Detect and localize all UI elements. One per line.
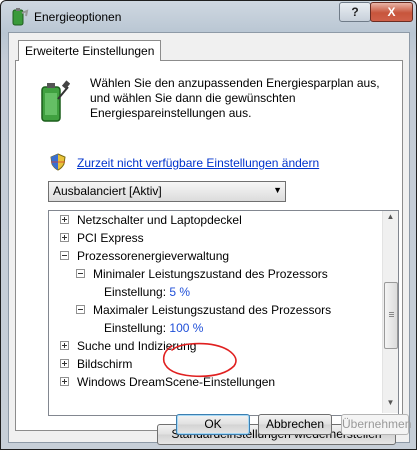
tree-item-min-setting[interactable]: Einstellung: 5 %: [104, 284, 190, 301]
collapse-minus-icon[interactable]: [76, 305, 85, 314]
dialog-body: Erweiterte Einstellungen Wählen Sie den …: [8, 32, 411, 445]
tree-item-label: Windows DreamScene-Einstellungen: [77, 375, 276, 389]
scroll-up-arrow-icon[interactable]: ▲: [385, 212, 396, 226]
collapse-minus-icon[interactable]: [60, 251, 69, 260]
tree-item-label: Suche und Indizierung: [77, 339, 197, 353]
intro-text: Wählen Sie den anzupassenden Energiespar…: [90, 76, 380, 120]
help-button[interactable]: ?: [339, 2, 371, 22]
collapse-minus-icon[interactable]: [76, 269, 85, 278]
tree-item-max-processor-state[interactable]: Maximaler Leistungszustand des Prozessor…: [76, 302, 331, 319]
tree-item-pci-express[interactable]: PCI Express: [60, 230, 144, 247]
chevron-down-icon: ▼: [273, 185, 282, 195]
title-bar[interactable]: Energieoptionen ? X: [1, 1, 416, 31]
uac-shield-icon: [50, 153, 66, 171]
cancel-button[interactable]: Abbrechen: [258, 414, 332, 435]
tree-item-label: Prozessorenergieverwaltung: [77, 249, 230, 263]
settings-tree: Netzschalter und Laptopdeckel PCI Expres…: [48, 210, 399, 416]
tab-erweiterte-einstellungen[interactable]: Erweiterte Einstellungen: [18, 40, 162, 61]
battery-plug-icon: [41, 80, 70, 122]
close-button[interactable]: X: [370, 2, 413, 22]
tree-item-prozessorenergieverwaltung[interactable]: Prozessorenergieverwaltung: [60, 248, 229, 265]
min-setting-value[interactable]: 5 %: [169, 285, 190, 299]
energieoptionen-window: Energieoptionen ? X Erweiterte Einstellu…: [0, 0, 417, 450]
tree-item-netzschalter[interactable]: Netzschalter und Laptopdeckel: [60, 212, 242, 229]
tree-item-label: Minimaler Leistungszustand des Prozessor…: [93, 267, 328, 281]
scroll-down-arrow-icon[interactable]: ▼: [385, 398, 396, 412]
apply-button[interactable]: Übernehmen: [341, 414, 411, 435]
scrollbar-thumb[interactable]: [384, 282, 398, 349]
power-plan-value: Ausbalanciert [Aktiv]: [53, 184, 162, 198]
tree-item-bildschirm[interactable]: Bildschirm: [60, 356, 132, 373]
tree-item-label: Netzschalter und Laptopdeckel: [77, 213, 242, 227]
expand-plus-icon[interactable]: [60, 377, 69, 386]
setting-label: Einstellung:: [104, 321, 167, 335]
power-options-icon: [12, 8, 29, 26]
window-title: Energieoptionen: [34, 10, 122, 24]
expand-plus-icon[interactable]: [60, 215, 69, 224]
tree-item-min-processor-state[interactable]: Minimaler Leistungszustand des Prozessor…: [76, 266, 328, 283]
tree-item-dreamscene[interactable]: Windows DreamScene-Einstellungen: [60, 374, 275, 391]
tree-item-suche-indizierung[interactable]: Suche und Indizierung: [60, 338, 196, 355]
tree-item-label: Bildschirm: [77, 357, 133, 371]
expand-plus-icon[interactable]: [60, 341, 69, 350]
max-setting-value[interactable]: 100 %: [169, 321, 203, 335]
expand-plus-icon[interactable]: [60, 233, 69, 242]
tab-panel: Wählen Sie den anzupassenden Energiespar…: [15, 60, 403, 445]
tree-item-label: PCI Express: [77, 231, 144, 245]
power-plan-dropdown[interactable]: Ausbalanciert [Aktiv] ▼: [48, 181, 286, 202]
change-unavailable-settings-link[interactable]: Zurzeit nicht verfügbare Einstellungen ä…: [77, 156, 319, 170]
tree-item-max-setting[interactable]: Einstellung: 100 %: [104, 320, 203, 337]
vertical-scrollbar[interactable]: ▲ ▼: [382, 211, 398, 413]
grip-icon: [389, 312, 394, 313]
tree-item-label: Maximaler Leistungszustand des Prozessor…: [93, 303, 332, 317]
setting-label: Einstellung:: [104, 285, 167, 299]
expand-plus-icon[interactable]: [60, 359, 69, 368]
ok-button[interactable]: OK: [176, 414, 250, 435]
